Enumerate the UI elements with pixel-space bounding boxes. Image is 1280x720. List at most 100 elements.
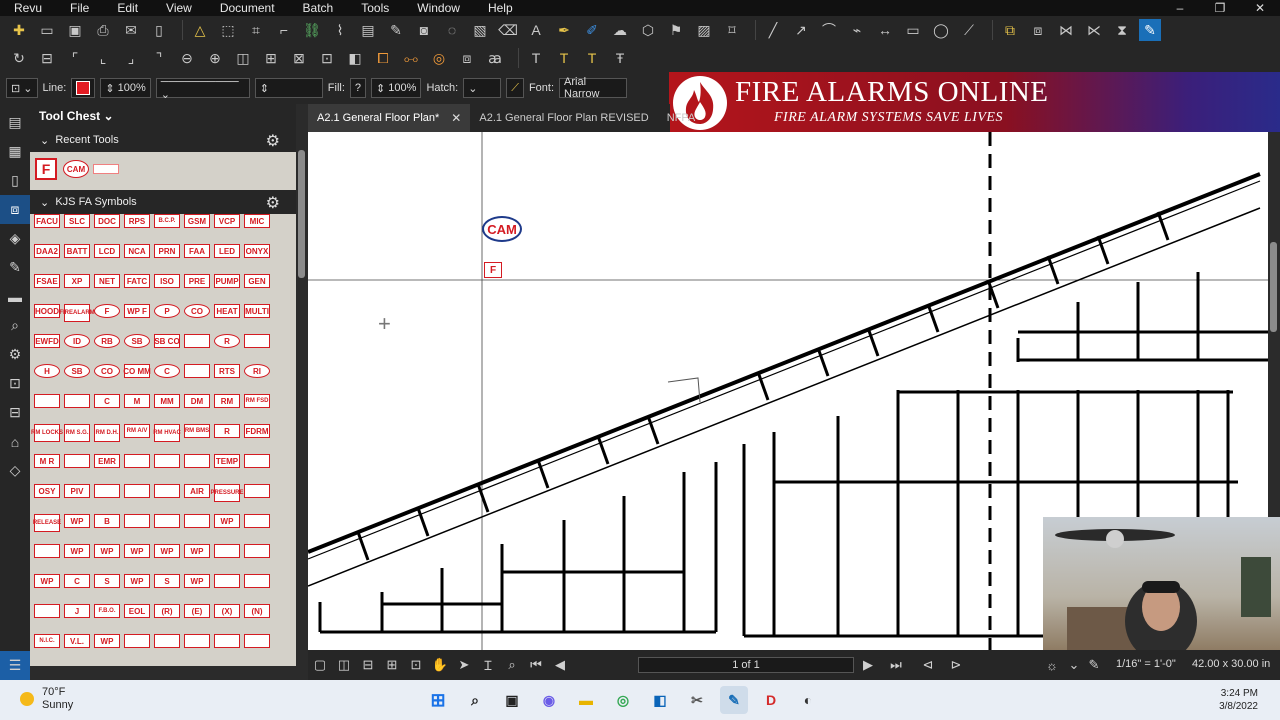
snap-icon[interactable]: ⊡: [404, 657, 428, 673]
line-color-picker[interactable]: [71, 78, 96, 98]
symbol-tool[interactable]: RPS: [124, 214, 150, 228]
line-break-icon[interactable]: ⌟: [120, 47, 142, 69]
symbol-tool[interactable]: CO: [184, 304, 210, 318]
sign-icon[interactable]: △: [189, 19, 211, 41]
symbol-tool[interactable]: F: [94, 304, 120, 318]
link-icon[interactable]: ⛓: [301, 19, 323, 41]
f-symbol[interactable]: F: [484, 262, 502, 278]
brightness-icon[interactable]: ☼: [1040, 658, 1064, 673]
restore-button[interactable]: ❐: [1200, 0, 1240, 16]
symbol-tool[interactable]: FDRM: [244, 424, 270, 438]
gear-icon[interactable]: ⚙: [266, 131, 280, 151]
menu-revu[interactable]: Revu: [0, 1, 56, 15]
recent-tool-line[interactable]: [93, 164, 119, 174]
spell-check-icon[interactable]: ꜳ: [484, 47, 506, 69]
open-folder-icon[interactable]: ▭: [36, 19, 58, 41]
fill-opacity-field[interactable]: ⇕ 100%: [371, 78, 422, 98]
symbol-tool[interactable]: AIR: [184, 484, 210, 498]
symbol-tool[interactable]: RM HVAC: [153, 424, 181, 442]
symbol-tool[interactable]: DM: [184, 394, 210, 408]
frame-icon[interactable]: ⌞: [92, 47, 114, 69]
symbol-tool[interactable]: FAA: [184, 244, 210, 258]
symbol-tool[interactable]: RM FSD: [244, 394, 270, 408]
text-box-icon[interactable]: A: [525, 19, 547, 41]
flip-icon[interactable]: ⋈: [1055, 19, 1077, 41]
symbol-tool[interactable]: BATT: [64, 244, 90, 258]
page-indicator[interactable]: 1 of 1: [638, 657, 854, 673]
symbol-tool[interactable]: WP F: [124, 304, 150, 318]
symbol-tool[interactable]: (E): [184, 604, 210, 618]
menu-document[interactable]: Document: [206, 1, 289, 15]
menu-batch[interactable]: Batch: [289, 1, 348, 15]
symbol-tool[interactable]: [34, 544, 60, 558]
arrange-icon[interactable]: ⧠: [372, 47, 394, 69]
symbol-tool[interactable]: [184, 454, 210, 468]
symbol-tool[interactable]: WP: [154, 544, 180, 558]
menu-window[interactable]: Window: [403, 1, 474, 15]
settings-icon[interactable]: ⚙: [0, 340, 30, 369]
highlighter-icon[interactable]: ✐: [581, 19, 603, 41]
symbol-tool[interactable]: RB: [94, 334, 120, 348]
menu-edit[interactable]: Edit: [103, 1, 152, 15]
symbol-tool[interactable]: [244, 574, 270, 588]
image-icon[interactable]: ▨: [693, 19, 715, 41]
select-text-icon[interactable]: Ɪ: [476, 656, 500, 674]
attach-icon[interactable]: ⌇: [329, 19, 351, 41]
thumbnails-icon[interactable]: ▤: [0, 108, 30, 137]
align-icon[interactable]: ⊞: [260, 47, 282, 69]
arc-icon[interactable]: ⌒: [818, 19, 840, 41]
style-dropdown[interactable]: ⊡ ⌄: [6, 78, 38, 98]
symbol-tool[interactable]: SB CO: [154, 334, 180, 348]
compare-icon[interactable]: ⧉: [999, 19, 1021, 41]
grid-icon[interactable]: ▦: [0, 137, 30, 166]
symbol-tool[interactable]: PRE: [184, 274, 210, 288]
split-icon[interactable]: ⊟: [36, 47, 58, 69]
line-width-field[interactable]: ⇕: [254, 78, 323, 98]
zoom-icon[interactable]: ⌕: [500, 657, 524, 673]
symbol-tool[interactable]: WP: [34, 574, 60, 588]
menu-file[interactable]: File: [56, 1, 103, 15]
symbol-tool[interactable]: RM LOCKS: [31, 424, 63, 442]
symbol-tool[interactable]: GEN: [244, 274, 270, 288]
symbol-tool[interactable]: (N): [244, 604, 270, 618]
distribute-icon[interactable]: ⧈: [456, 47, 478, 69]
symbol-tool[interactable]: RM D.H.: [94, 424, 120, 442]
symbol-tool[interactable]: RM BMS: [184, 424, 210, 438]
symbol-tool[interactable]: TEMP: [214, 454, 240, 468]
single-page-icon[interactable]: ▢: [308, 657, 332, 673]
links-icon[interactable]: ◇: [0, 456, 30, 485]
pan-icon[interactable]: ✋: [428, 657, 452, 673]
weather-widget[interactable]: 70°F Sunny: [20, 686, 73, 712]
symbol-tool[interactable]: [154, 634, 180, 648]
symbol-tool[interactable]: [244, 334, 270, 348]
save-icon[interactable]: ▣: [64, 19, 86, 41]
symbol-tool[interactable]: NCA: [124, 244, 150, 258]
new-file-icon[interactable]: ✚: [8, 19, 30, 41]
tool-chest-icon[interactable]: ⧈: [0, 195, 30, 224]
email-icon[interactable]: ✉: [120, 19, 142, 41]
tab-floor-plan[interactable]: A2.1 General Floor Plan* ✕: [308, 104, 471, 132]
tags-icon[interactable]: ⌂: [0, 427, 30, 456]
forward-icon[interactable]: ⊳: [944, 657, 968, 673]
symbol-tool[interactable]: F.B.O.: [94, 604, 120, 618]
symbol-tool[interactable]: RM A/V: [124, 424, 150, 438]
file-explorer-icon[interactable]: ▬: [572, 686, 600, 714]
symbol-tool[interactable]: [244, 454, 270, 468]
symbol-tool[interactable]: PRN: [154, 244, 180, 258]
symbol-tool[interactable]: C: [94, 394, 120, 408]
select-arrow-icon[interactable]: ➤: [452, 657, 476, 673]
symbol-tool[interactable]: [184, 634, 210, 648]
lasso-icon[interactable]: ◌: [441, 19, 463, 41]
ellipse-icon[interactable]: ◯: [930, 19, 952, 41]
symbol-tool[interactable]: MULTI: [244, 304, 270, 318]
system-clock[interactable]: 3:24 PM 3/8/2022: [1219, 687, 1258, 713]
fill-color-picker[interactable]: ?: [349, 78, 367, 98]
corner-icon[interactable]: ⌜: [64, 47, 86, 69]
symbol-tool[interactable]: [124, 514, 150, 528]
outlook-icon[interactable]: ◧: [646, 686, 674, 714]
panel-header[interactable]: Tool Chest ⌄: [30, 104, 296, 128]
search-icon[interactable]: ⌕: [0, 311, 30, 340]
symbol-tool[interactable]: [64, 454, 90, 468]
symbol-tool[interactable]: [94, 484, 120, 498]
symbol-tool[interactable]: GSM: [184, 214, 210, 228]
